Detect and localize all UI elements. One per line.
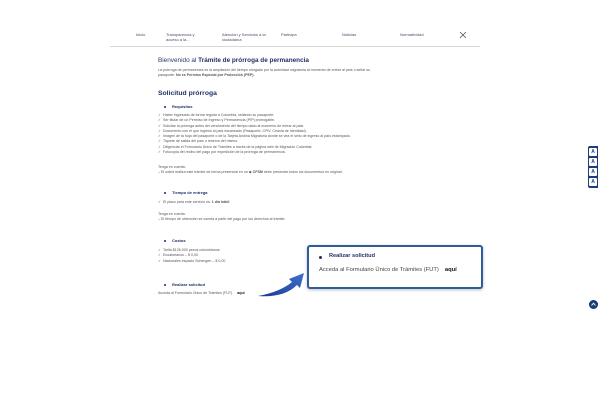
welcome-title: Trámite de prórroga de permanencia [198,57,309,64]
callout-title: Realizar solicitud [329,253,376,259]
list-item: ✓ Fotocopia del recibo del pago por exped… [158,150,458,155]
intro-line-2-bold: No es Permiso Especial por Protección (P… [175,73,255,77]
list-item-text: Tarifa $126.000 pesos colombianos [163,248,220,252]
font-size-button[interactable]: A [589,158,597,166]
bullet-icon [164,283,166,286]
bullet-icon [164,239,166,242]
list-item: ✓ El plazo para este servicio es: 1 día h… [158,200,458,205]
intro-paragraph: La prórroga de permanencia es la ampliac… [158,68,450,78]
list-item-text: Diligenciar el Formulario Único de Trámi… [163,144,313,149]
note-text: – El tiempo de obtención se cuenta a par… [158,217,286,221]
nav-item-noticias[interactable]: Noticias [342,32,356,37]
pointer-arrow-icon [258,273,304,297]
realizar-title: Realizar solicitud [172,282,205,287]
intro-line-2-prefix: pasaporte. [158,73,176,77]
nav-item-inicio[interactable]: Inicio [136,32,145,37]
nav-item-transparencia[interactable]: Transparencia y acceso a la... [166,32,200,42]
page: Inicio Transparencia y acceso a la... At… [0,0,600,400]
requisitos-note: Tenga en cuenta: – El usted realiza este… [158,165,450,175]
note-text-prefix: – El usted realiza este trámite de forma… [158,170,248,174]
callout-link[interactable]: aquí [445,267,457,273]
intro-line-2: pasaporte. No es Permiso Especial por Pr… [158,73,450,78]
note-text: – El usted realiza este trámite de forma… [158,170,450,175]
requisitos-title: Requisitos [172,104,193,109]
font-decrease-button[interactable]: A [589,178,597,186]
scroll-top-icon[interactable] [589,300,598,309]
realizar-heading: Realizar solicitud [164,282,205,287]
note-text-suffix: debe presentar todos los documentos en o… [263,170,343,174]
bullet-icon [164,191,166,194]
realizar-text-body: Acceda al Formulario Único de Trámites (… [158,291,233,295]
list-item-text: Ser titular de un Permiso de Ingreso y P… [163,118,276,123]
list-item-text: Haber ingresado de forma regular a Colom… [163,113,275,117]
list-item-text: Fotocopia del recibo del pago por expedi… [163,150,286,155]
contrast-button[interactable]: A [589,148,597,156]
top-navigation: Inicio Transparencia y acceso a la... At… [110,28,480,47]
tiempo-note: Tenga en cuenta: – El tiempo de obtenció… [158,212,450,222]
bullet-icon [164,105,166,108]
welcome-heading: Bienvenido al Trámite de prórroga de per… [158,57,309,64]
tiempo-item-bold: 1 día hábil [211,200,230,204]
accessibility-widget: A A A A [588,146,598,188]
list-item-text: Ecuatorianos – $ 0,00 [163,253,198,258]
requisitos-heading: Requisitos [164,104,192,109]
nav-item-normatividad[interactable]: Normatividad [400,32,424,37]
cfsm-icon: ◆ [248,170,252,174]
tiempo-title: Tiempo de entrega [172,190,208,195]
callout-text: Acceda al Formulario Único de Trámites (… [319,267,457,273]
nav-item-atencion[interactable]: Atención y Servicios a la ciudadanía [222,32,274,42]
list-item-text: Documento con el que ingresó al país esc… [163,128,307,133]
list-item-text: Imagen de la hoja del pasaporte o de la … [163,134,351,139]
welcome-prefix: Bienvenido al [158,57,199,64]
tiempo-item-prefix: El plazo para este servicio es: [163,200,211,204]
list-item-text: Solicitar la prórroga antes del vencimie… [163,123,305,128]
section-title: Solicitud prórroga [158,90,217,97]
list-item-text: Nacionales espacio Schengen – $ 0,00 [163,258,226,263]
nav-item-participa[interactable]: Participa [281,32,297,37]
costos-title: Costos [172,238,186,243]
tiempo-heading: Tiempo de entrega [164,190,208,195]
note-bold: CFSM [252,170,263,174]
requisitos-list: ✓ Haber ingresado de forma regular a Colo… [158,113,458,155]
costos-heading: Costos [164,238,186,243]
callout-box: Realizar solicitud Acceda al Formulario … [307,245,483,289]
close-icon[interactable] [458,30,468,40]
font-increase-button[interactable]: A [589,168,597,176]
list-item-text: Tiquete de salida del país o reserva del… [163,139,239,144]
tiempo-list: ✓ El plazo para este servicio es: 1 día h… [158,200,458,205]
callout-text-body: Acceda al Formulario Único de Trámites (… [319,267,439,273]
